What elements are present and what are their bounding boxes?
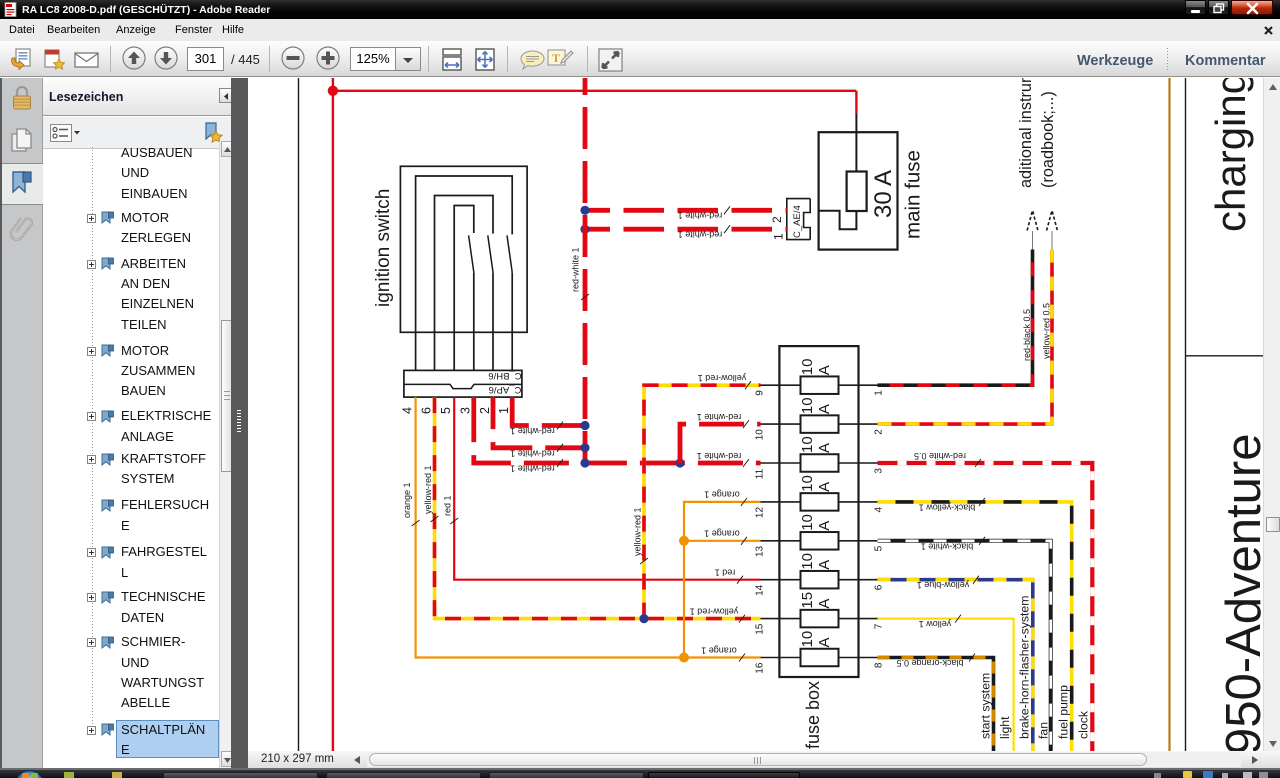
svg-text:950-Adventure: 950-Adventure <box>1217 434 1263 751</box>
svg-text:orange 1: orange 1 <box>704 490 740 500</box>
svg-text:A: A <box>816 521 833 531</box>
svg-text:black-orange 0.5: black-orange 0.5 <box>896 658 963 668</box>
svg-text:2: 2 <box>478 407 492 414</box>
svg-text:9: 9 <box>755 390 766 396</box>
svg-text:A: A <box>816 404 833 414</box>
svg-text:red-white 1: red-white 1 <box>571 247 581 292</box>
svg-text:3: 3 <box>874 468 885 474</box>
svg-text:A: A <box>816 637 833 647</box>
svg-text:red-white 1: red-white 1 <box>510 449 555 459</box>
svg-text:A: A <box>816 599 833 609</box>
svg-text:13: 13 <box>755 545 766 557</box>
svg-text:orange 1: orange 1 <box>402 482 412 518</box>
svg-text:C_AP/6: C_AP/6 <box>489 384 522 395</box>
svg-text:3: 3 <box>459 407 473 414</box>
svg-text:10: 10 <box>799 553 816 570</box>
svg-text:1: 1 <box>497 407 511 414</box>
svg-text:10: 10 <box>799 631 816 648</box>
svg-text:C_BH/6: C_BH/6 <box>488 370 521 381</box>
svg-text:yellow-red 1: yellow-red 1 <box>423 465 433 514</box>
svg-text:red-white 1: red-white 1 <box>697 412 742 422</box>
svg-text:fuel pump: fuel pump <box>1057 685 1071 739</box>
svg-text:10: 10 <box>799 359 816 376</box>
svg-text:yellow-blue 1: yellow-blue 1 <box>917 580 970 590</box>
svg-text:start system: start system <box>979 673 993 739</box>
svg-text:(roadbook;...): (roadbook;...) <box>1039 91 1057 188</box>
svg-text:yellow 1: yellow 1 <box>919 619 952 629</box>
svg-text:10: 10 <box>799 514 816 531</box>
svg-text:C_AE/4: C_AE/4 <box>792 205 803 238</box>
svg-text:5: 5 <box>439 407 453 414</box>
svg-text:A: A <box>816 365 833 375</box>
svg-text:yellow-red 1: yellow-red 1 <box>690 606 739 616</box>
svg-text:A: A <box>816 443 833 453</box>
svg-text:A: A <box>816 482 833 492</box>
svg-text:12: 12 <box>755 507 766 519</box>
svg-text:16: 16 <box>755 662 766 674</box>
svg-text:8: 8 <box>874 662 885 668</box>
svg-text:red 1: red 1 <box>715 568 736 578</box>
svg-text:1: 1 <box>874 390 885 396</box>
svg-text:4: 4 <box>400 407 414 414</box>
svg-text:orange 1: orange 1 <box>704 529 740 539</box>
svg-text:red 1: red 1 <box>443 495 453 516</box>
svg-text:black-white 1: black-white 1 <box>921 541 974 551</box>
svg-text:red-white 1: red-white 1 <box>697 451 742 461</box>
svg-text:4: 4 <box>874 507 885 513</box>
svg-text:10: 10 <box>799 397 816 414</box>
svg-text:15: 15 <box>755 623 766 635</box>
svg-text:2: 2 <box>770 216 784 223</box>
svg-text:yellow-red 1: yellow-red 1 <box>698 373 747 383</box>
svg-text:5: 5 <box>874 545 885 551</box>
svg-text:red-white 0.5: red-white 0.5 <box>914 451 966 461</box>
svg-text:orange 1: orange 1 <box>701 645 737 655</box>
svg-text:2: 2 <box>874 429 885 435</box>
svg-text:A: A <box>816 560 833 570</box>
svg-text:1: 1 <box>772 233 786 240</box>
svg-text:14: 14 <box>755 584 766 596</box>
svg-text:11: 11 <box>755 468 766 479</box>
svg-text:10: 10 <box>799 475 816 492</box>
svg-text:brake-horn-flasher-system: brake-horn-flasher-system <box>1017 595 1031 739</box>
svg-text:10: 10 <box>755 429 766 441</box>
svg-text:6: 6 <box>874 584 885 590</box>
svg-text:yellow-red 1: yellow-red 1 <box>633 507 643 556</box>
svg-text:aditional instruments: aditional instruments <box>1017 78 1035 188</box>
svg-text:fan: fan <box>1037 722 1051 739</box>
svg-text:red-white 1: red-white 1 <box>678 211 723 221</box>
svg-text:fuse box: fuse box <box>803 681 823 749</box>
svg-text:15: 15 <box>799 592 816 609</box>
svg-text:yellow-red 0.5: yellow-red 0.5 <box>1042 303 1052 359</box>
svg-text:red-white 1: red-white 1 <box>678 230 723 240</box>
svg-text:6: 6 <box>419 407 433 414</box>
svg-text:7: 7 <box>874 623 885 629</box>
svg-text:red-white 1: red-white 1 <box>510 464 555 474</box>
svg-text:30 A: 30 A <box>870 170 897 218</box>
svg-text:charging circuit: charging circuit <box>1207 78 1254 232</box>
svg-text:red-white 1: red-white 1 <box>510 426 555 436</box>
svg-text:ignition switch: ignition switch <box>373 189 394 307</box>
svg-text:T: T <box>552 51 560 65</box>
svg-text:clock: clock <box>1077 710 1091 739</box>
svg-text:main fuse: main fuse <box>902 150 925 239</box>
svg-text:light: light <box>998 716 1012 739</box>
svg-text:red-black 0.5: red-black 0.5 <box>1022 309 1032 361</box>
svg-text:10: 10 <box>799 436 816 453</box>
svg-text:black-yellow 1: black-yellow 1 <box>919 502 976 512</box>
